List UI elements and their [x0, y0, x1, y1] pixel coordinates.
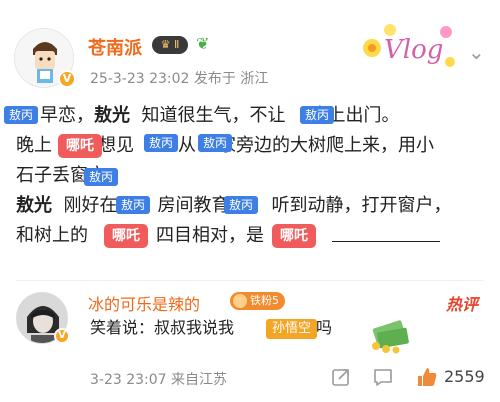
vlog-text: Vlog [384, 35, 443, 65]
share-icon[interactable] [330, 366, 352, 388]
tag-aobing[interactable]: 敖丙 [144, 134, 179, 152]
fill-blank-line [332, 241, 440, 242]
like-count[interactable]: 2559 [444, 367, 485, 386]
tag-nezha[interactable]: 哪吒 [58, 134, 102, 158]
text: 早恋， [40, 105, 94, 126]
fan-badge-label: 铁粉5 [250, 294, 279, 307]
more-icon[interactable]: ⌄ [468, 40, 485, 64]
verified-icon: V [58, 70, 76, 88]
comment-icon[interactable] [372, 366, 394, 388]
text: 四目相对， [156, 225, 246, 246]
text: 石子丢 [16, 165, 70, 186]
comment-meta: 3-23 23:07 来自江苏 [90, 372, 228, 388]
tag-aobing[interactable]: 敖丙 [4, 106, 39, 124]
name-aoguang: 敖光 [94, 105, 130, 126]
text: 家旁边的大树爬上来，用小 [218, 135, 434, 156]
text: 想见 [98, 135, 134, 156]
tag-aobing[interactable]: 敖丙 [84, 168, 119, 186]
text: 是 [246, 225, 264, 246]
tag-aobing[interactable]: 敖丙 [116, 196, 151, 214]
verified-icon: V [54, 328, 70, 344]
name-aoguang: 敖光 [16, 195, 52, 216]
text: 晚上 [16, 135, 52, 156]
hot-comment-label: 热评 [446, 295, 479, 314]
text: 和树上的 [16, 225, 88, 246]
tag-sunwukong[interactable]: 孙悟空 [266, 319, 318, 339]
post-meta: 25-3-23 23:02 发布于 浙江 [90, 71, 269, 87]
fan-icon [233, 294, 247, 308]
divider [16, 280, 484, 281]
commenter-name[interactable]: 冰的可乐是辣的 [88, 291, 200, 315]
text: 刚好在 [63, 195, 118, 216]
text: 从 [178, 135, 196, 156]
tag-nezha[interactable]: 哪吒 [272, 224, 316, 248]
tag-aobing[interactable]: 敖丙 [198, 134, 233, 152]
text: 房间教育 [157, 195, 230, 216]
tag-nezha[interactable]: 哪吒 [104, 224, 148, 248]
money-sticker-icon [372, 320, 409, 354]
author-name[interactable]: 苍南派 [88, 34, 142, 60]
sprout-icon: ❦ [196, 34, 210, 53]
vlog-sticker: Vlog [363, 24, 455, 67]
text: 知道很生气，不让 [141, 105, 286, 126]
text: 听到动静，打开窗户， [271, 195, 452, 216]
level-badge: Ⅱ [173, 38, 180, 51]
comment-text-a: 笑着说：叔叔我说我 [90, 318, 235, 337]
tag-aobing[interactable]: 敖丙 [224, 196, 259, 214]
vip-badge-icon: ♛ Ⅱ [152, 36, 188, 54]
tag-aobing[interactable]: 敖丙 [300, 106, 335, 124]
like-icon[interactable] [416, 366, 438, 388]
fan-badge: 铁粉5 [230, 292, 285, 310]
